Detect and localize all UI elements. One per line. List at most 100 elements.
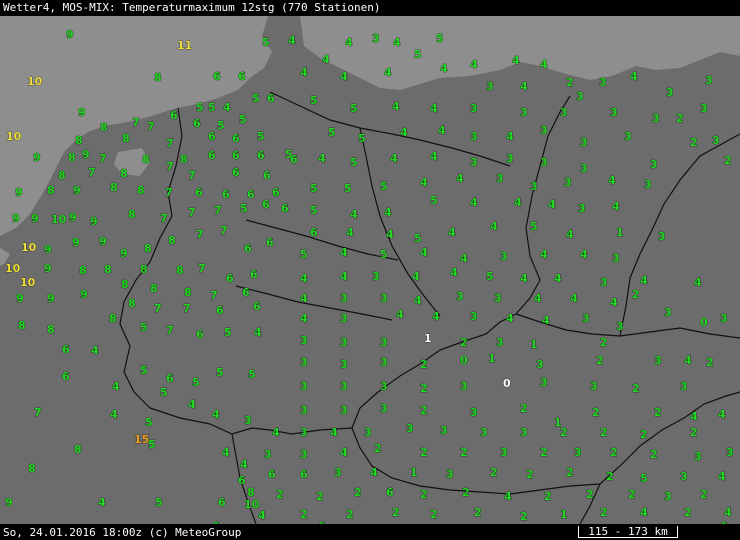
station-value: 1 (424, 332, 432, 345)
station-value: 2 (600, 426, 608, 439)
station-value: 3 (380, 336, 388, 349)
scale-bar: 115 - 173 km (578, 525, 678, 538)
station-value: 3 (300, 334, 308, 347)
weather-map: 9 11 10 10 8 6 6 9 8 7 7 6 5 5 4 5 6 5 5 6 8 9 8 7 6 6 5 9 8 7 8 8 6 6 6 5 6… (0, 16, 740, 524)
station-value: 5 (344, 182, 352, 195)
station-value: 3 (576, 90, 584, 103)
station-value: 4 (300, 272, 308, 285)
station-value: 2 (610, 446, 618, 459)
station-value: 4 (450, 266, 458, 279)
station-value: 2 (606, 470, 614, 483)
station-value: 1 (616, 226, 624, 239)
station-value: 4 (448, 226, 456, 239)
station-value: 2 (690, 136, 698, 149)
station-value: 9 (80, 288, 88, 301)
station-value: 2 (676, 112, 684, 125)
station-value: 4 (506, 312, 514, 325)
station-value: 7 (88, 166, 96, 179)
station-value: 7 (196, 228, 204, 241)
station-value: 3 (340, 358, 348, 371)
station-value: 7 (154, 302, 162, 315)
station-value: 6 (196, 328, 204, 341)
station-value: 3 (644, 178, 652, 191)
station-value: 0 (700, 316, 708, 329)
station-value: 8 (184, 286, 192, 299)
station-value: 8 (104, 263, 112, 276)
station-value: 4 (724, 506, 732, 519)
station-value: 2 (430, 508, 438, 521)
station-value: 3 (680, 470, 688, 483)
scale-label: 115 - 173 km (588, 525, 668, 538)
station-value: 4 (514, 196, 522, 209)
station-value: 4 (322, 53, 330, 66)
station-value: 2 (724, 154, 732, 167)
station-value: 4 (288, 34, 296, 47)
station-value: 4 (386, 228, 394, 241)
station-value: 5 (350, 102, 358, 115)
station-value: 5 (160, 386, 168, 399)
station-value: 4 (412, 270, 420, 283)
station-value: 0 (460, 354, 468, 367)
station-value: 6 (386, 486, 394, 499)
station-value: 4 (340, 446, 348, 459)
station-value: 4 (612, 200, 620, 213)
station-value: 4 (240, 458, 248, 471)
station-value: 3 (470, 156, 478, 169)
station-value: 5 (155, 496, 163, 509)
station-value: 7 (188, 169, 196, 182)
station-value: 4 (340, 70, 348, 83)
station-value: 6 (268, 468, 276, 481)
station-value: 3 (460, 380, 468, 393)
station-value: 6 (218, 496, 226, 509)
station-value: 5 (239, 113, 247, 126)
station-value: 10 (5, 262, 21, 275)
station-value: 3 (600, 276, 608, 289)
station-value: 3 (694, 450, 702, 463)
station-value: 8 (68, 151, 76, 164)
station-value: 5 (217, 119, 225, 132)
station-value: 6 (253, 300, 261, 313)
station-value: 2 (684, 506, 692, 519)
station-value: 2 (596, 354, 604, 367)
station-value: 3 (654, 354, 662, 367)
station-value: 3 (536, 358, 544, 371)
station-value: 5 (358, 132, 366, 145)
station-value: 2 (706, 356, 714, 369)
station-value: 5 (148, 438, 156, 451)
station-value: 6 (266, 236, 274, 249)
station-value: 7 (132, 116, 140, 129)
station-value: 4 (345, 36, 353, 49)
station-value: 2 (300, 508, 308, 521)
station-value: 7 (210, 289, 218, 302)
station-value: 8 (47, 184, 55, 197)
station-value: 4 (112, 380, 120, 393)
station-value: 4 (534, 292, 542, 305)
station-value: 9 (31, 212, 39, 225)
station-value: 5 (486, 270, 494, 283)
station-value: 3 (520, 426, 528, 439)
station-value: 2 (420, 382, 428, 395)
station-value: 9 (82, 148, 90, 161)
station-value: 4 (438, 124, 446, 137)
station-value: 5 (248, 368, 256, 381)
station-value: 8 (121, 278, 129, 291)
station-value: 6 (238, 474, 246, 487)
station-value: 10 (27, 75, 43, 88)
station-value: 4 (470, 58, 478, 71)
station-value: 8 (28, 462, 36, 475)
station-value: 6 (257, 149, 265, 162)
station-value: 5 (640, 472, 648, 485)
station-value: 2 (628, 488, 636, 501)
station-value: 10 (20, 276, 36, 289)
station-value: 3 (300, 356, 308, 369)
station-value: 2 (640, 428, 648, 441)
station-value: 3 (440, 424, 448, 437)
station-value: 8 (120, 167, 128, 180)
station-value: 4 (392, 100, 400, 113)
station-value: 8 (100, 121, 108, 134)
station-value: 4 (212, 408, 220, 421)
station-value: 4 (340, 270, 348, 283)
station-value: 4 (188, 398, 196, 411)
station-value: 9 (73, 184, 81, 197)
station-value: 3 (578, 202, 586, 215)
